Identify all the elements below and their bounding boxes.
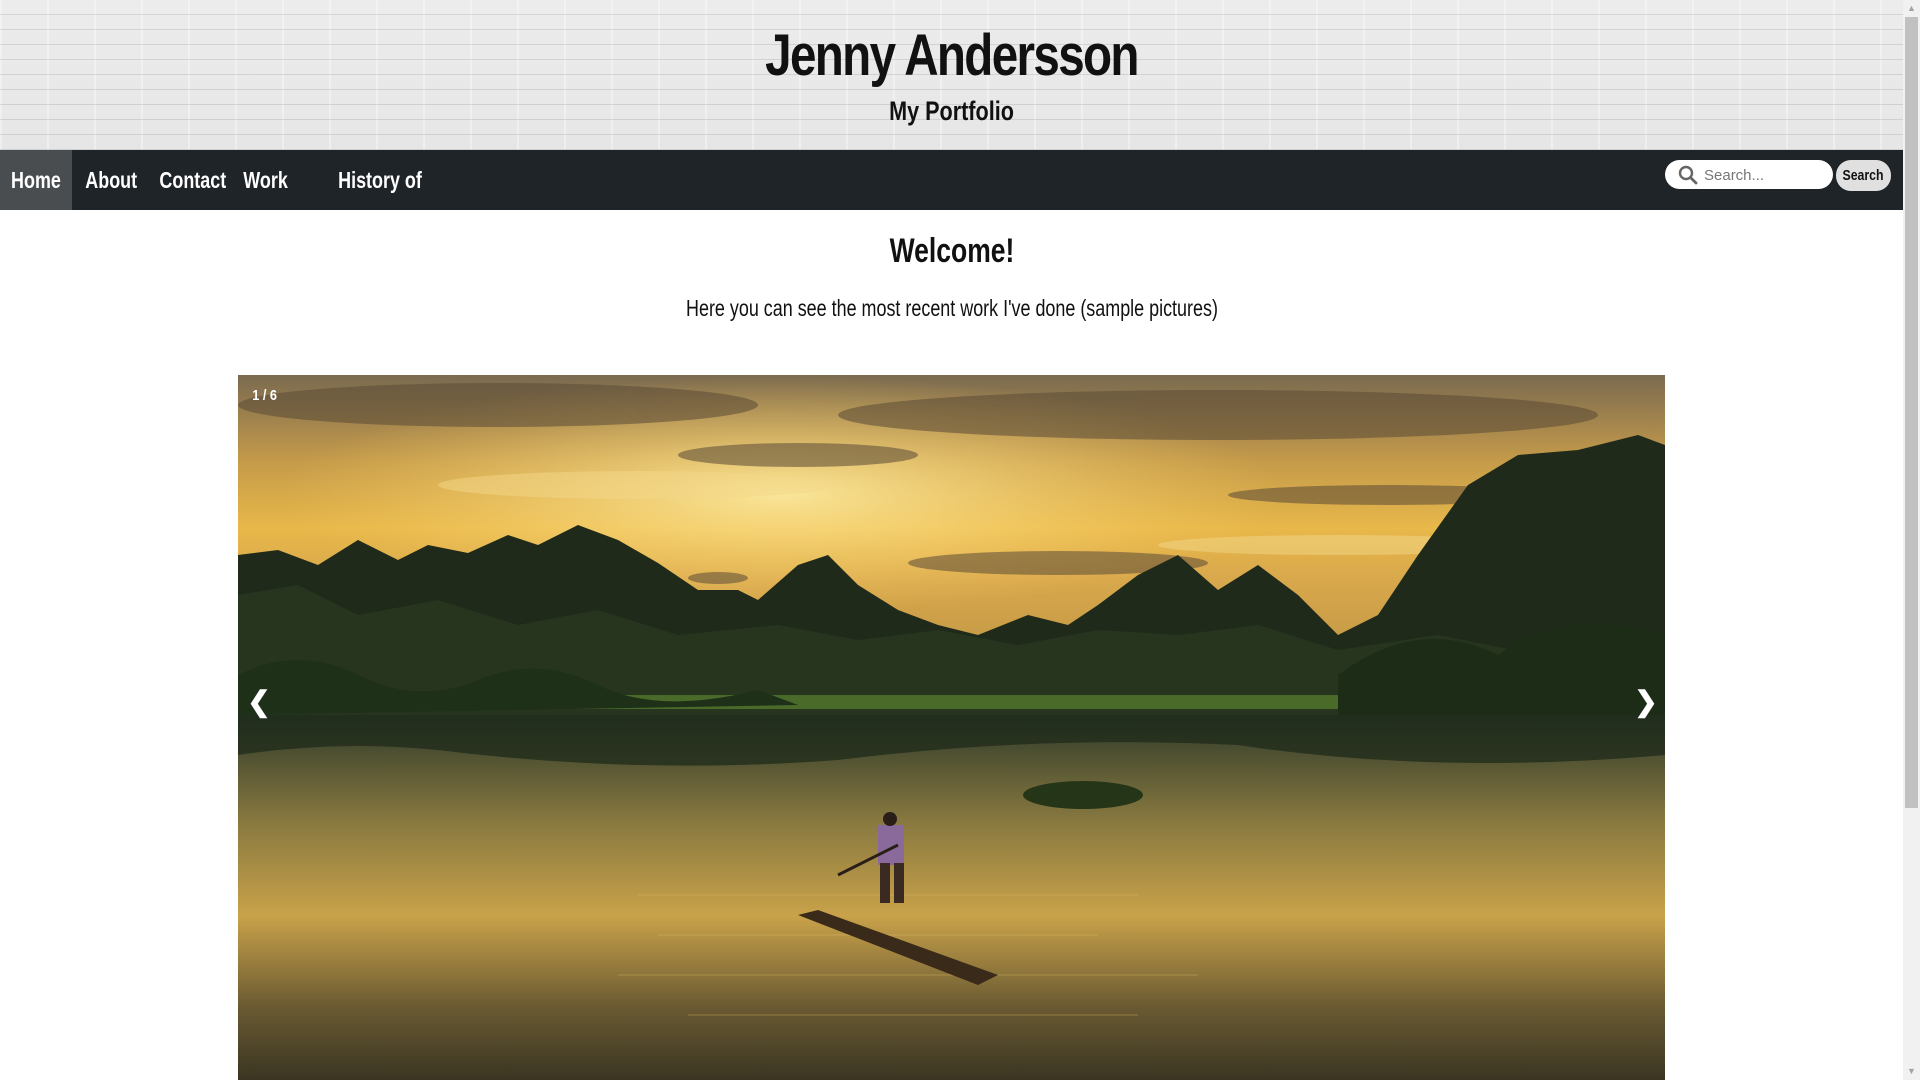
nav-item-label: Work — [243, 167, 288, 193]
intro-text: Here you can see the most recent work I'… — [0, 295, 1903, 322]
slide-counter-text: 1 / 6 — [252, 387, 277, 404]
scrollbar-thumb[interactable] — [1905, 17, 1918, 808]
search-input[interactable] — [1702, 162, 1831, 189]
welcome-heading-text: Welcome! — [889, 232, 1014, 270]
scroll-up-arrow-icon[interactable]: ▲ — [1903, 0, 1920, 17]
search-button[interactable]: Search — [1836, 160, 1891, 191]
nav-item-work[interactable]: Work — [237, 150, 293, 210]
scroll-down-arrow-icon[interactable]: ▼ — [1903, 1063, 1920, 1080]
site-title: Jenny Andersson — [765, 23, 1139, 88]
search-icon — [1678, 165, 1698, 185]
site-subtitle: My Portfolio — [889, 96, 1014, 126]
slide-counter: 1 / 6 — [250, 387, 279, 404]
nav-item-history-of-internet[interactable]: History of Internet — [305, 150, 455, 253]
nav-item-label: Contact — [159, 167, 227, 193]
site-header: Jenny Andersson My Portfolio — [0, 0, 1903, 150]
nav-item-label: Home — [11, 167, 61, 193]
nav-item-about[interactable]: About — [78, 150, 138, 210]
nav-item-home[interactable]: Home — [0, 150, 72, 210]
next-slide-button[interactable]: ❯ — [1631, 682, 1661, 722]
nav-item-label: About — [85, 167, 138, 193]
intro-text-content: Here you can see the most recent work I'… — [685, 295, 1218, 321]
slide-image — [238, 375, 1665, 1080]
prev-slide-button[interactable]: ❮ — [244, 682, 274, 722]
page: Jenny Andersson My Portfolio Home About … — [0, 0, 1903, 1080]
welcome-heading: Welcome! — [0, 232, 1903, 271]
search-button-label: Search — [1842, 167, 1885, 184]
nav-item-contact[interactable]: Contact — [150, 150, 227, 210]
image-slideshow: 1 / 6 ❮ ❯ — [238, 375, 1665, 1080]
main-nav: Home About Contact Work History of Inter… — [0, 150, 1903, 253]
